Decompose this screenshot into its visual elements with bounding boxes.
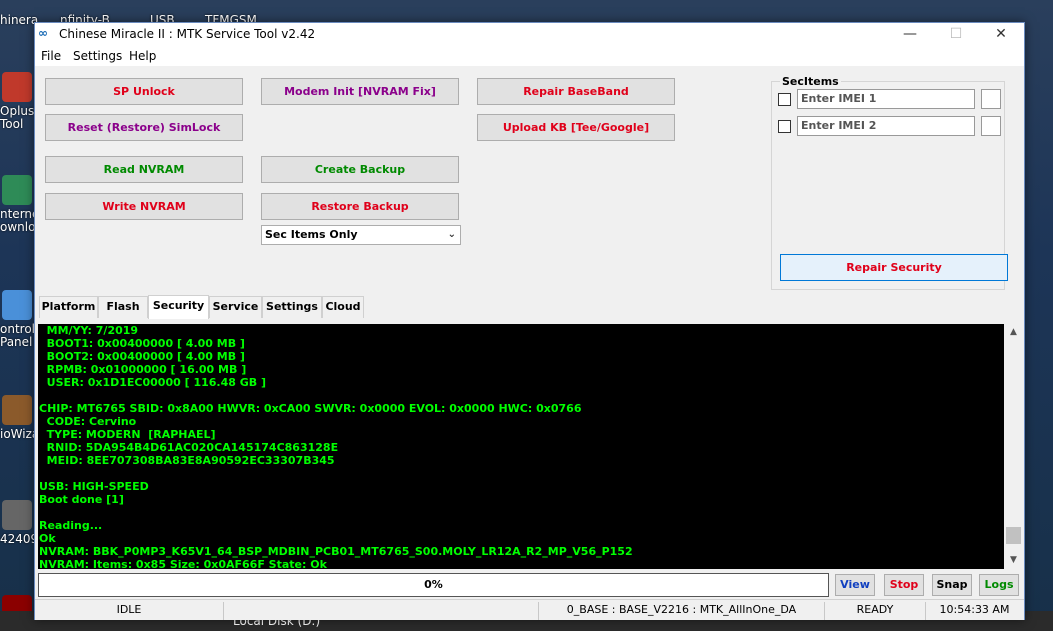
imei1-side-box[interactable]: [981, 89, 1001, 109]
restore-backup-button[interactable]: Restore Backup: [261, 193, 459, 220]
logs-button[interactable]: Logs: [979, 574, 1019, 596]
reset-simlock-button[interactable]: Reset (Restore) SimLock: [45, 114, 243, 141]
dropdown-value: Sec Items Only: [265, 228, 358, 241]
upload-kb-button[interactable]: Upload KB [Tee/Google]: [477, 114, 675, 141]
oplus-icon: [2, 72, 32, 102]
repair-baseband-button[interactable]: Repair BaseBand: [477, 78, 675, 105]
desktop-icon-label: ioWiza...: [0, 428, 36, 441]
window-title: Chinese Miracle II : MTK Service Tool v2…: [59, 27, 316, 41]
write-nvram-button[interactable]: Write NVRAM: [45, 193, 243, 220]
modem-init-button[interactable]: Modem Init [NVRAM Fix]: [261, 78, 459, 105]
imei2-checkbox[interactable]: [778, 120, 791, 133]
desktop-label-1[interactable]: hinera: [0, 13, 38, 27]
tab-service[interactable]: Service: [209, 296, 262, 318]
desktop-icon-label: Oplus L Tool: [0, 105, 35, 131]
close-button[interactable]: ✕: [978, 23, 1024, 46]
app-icon: ∞: [38, 26, 48, 40]
repair-security-button[interactable]: Repair Security: [780, 254, 1008, 281]
tab-flash[interactable]: Flash: [98, 296, 148, 318]
imei2-input[interactable]: Enter IMEI 2: [797, 116, 975, 136]
minimize-button[interactable]: —: [887, 23, 933, 46]
sp-unlock-button[interactable]: SP Unlock: [45, 78, 243, 105]
desktop-icon-audiowizard[interactable]: ioWiza...: [0, 395, 36, 455]
control-panel-icon: [2, 290, 32, 320]
chevron-down-icon: ⌄: [447, 229, 456, 240]
maximize-button[interactable]: ☐: [933, 23, 979, 46]
menu-help[interactable]: Help: [129, 49, 156, 63]
download-icon: [2, 175, 32, 205]
desktop-icon-oplus[interactable]: Oplus L Tool: [0, 72, 36, 132]
audio-icon: [2, 395, 32, 425]
log-console[interactable]: MM/YY: 7/2019 BOOT1: 0x00400000 [ 4.00 M…: [38, 324, 1023, 569]
log-scrollbar[interactable]: ▲ ▼: [1004, 324, 1023, 569]
scroll-down-icon[interactable]: ▼: [1004, 552, 1023, 569]
scroll-thumb[interactable]: [1006, 527, 1021, 544]
tab-platform[interactable]: Platform: [39, 296, 98, 318]
scroll-up-icon[interactable]: ▲: [1004, 324, 1023, 341]
app-window: ∞ Chinese Miracle II : MTK Service Tool …: [34, 22, 1025, 620]
status-time: 10:54:33 AM: [939, 603, 1010, 616]
photo-icon: [2, 500, 32, 530]
desktop-icon-photo[interactable]: 424092...: [0, 500, 36, 560]
title-bar[interactable]: ∞ Chinese Miracle II : MTK Service Tool …: [35, 23, 1024, 46]
progress-label: 0%: [424, 578, 443, 591]
tab-settings[interactable]: Settings: [262, 296, 322, 318]
imei1-checkbox[interactable]: [778, 93, 791, 106]
status-ready: READY: [825, 602, 926, 620]
imei2-side-box[interactable]: [981, 116, 1001, 136]
log-text: MM/YY: 7/2019 BOOT1: 0x00400000 [ 4.00 M…: [39, 324, 633, 569]
view-button[interactable]: View: [835, 574, 875, 596]
status-spacer: [224, 602, 539, 620]
progress-bar: 0%: [38, 573, 829, 597]
desktop-icon-internet-download[interactable]: nternet ownlo...: [0, 175, 36, 235]
desktop-icon-label: 424092...: [0, 533, 36, 546]
imei1-input[interactable]: Enter IMEI 1: [797, 89, 975, 109]
secitems-group: SecItems Enter IMEI 1 Enter IMEI 2 Repai…: [771, 75, 1008, 290]
status-base: 0_BASE : BASE_V2216 : MTK_AllInOne_DA: [539, 602, 825, 620]
tab-cloud[interactable]: Cloud: [322, 296, 364, 318]
create-backup-button[interactable]: Create Backup: [261, 156, 459, 183]
desktop-icon-control-panel[interactable]: ontrol Panel: [0, 290, 36, 350]
desktop-icon-label: ontrol Panel: [0, 323, 35, 349]
status-bar: IDLE 0_BASE : BASE_V2216 : MTK_AllInOne_…: [35, 599, 1024, 620]
read-nvram-button[interactable]: Read NVRAM: [45, 156, 243, 183]
tab-security[interactable]: Security: [148, 295, 209, 319]
stop-button[interactable]: Stop: [884, 574, 924, 596]
desktop-icon-label: nternet ownlo...: [0, 208, 36, 234]
sec-items-dropdown[interactable]: Sec Items Only ⌄: [261, 225, 461, 245]
menu-file[interactable]: File: [41, 49, 61, 63]
menu-bar: File Settings Help: [35, 46, 1024, 66]
status-state: IDLE: [35, 602, 224, 620]
snap-button[interactable]: Snap: [932, 574, 972, 596]
menu-settings[interactable]: Settings: [73, 49, 122, 63]
secitems-legend: SecItems: [780, 75, 841, 88]
